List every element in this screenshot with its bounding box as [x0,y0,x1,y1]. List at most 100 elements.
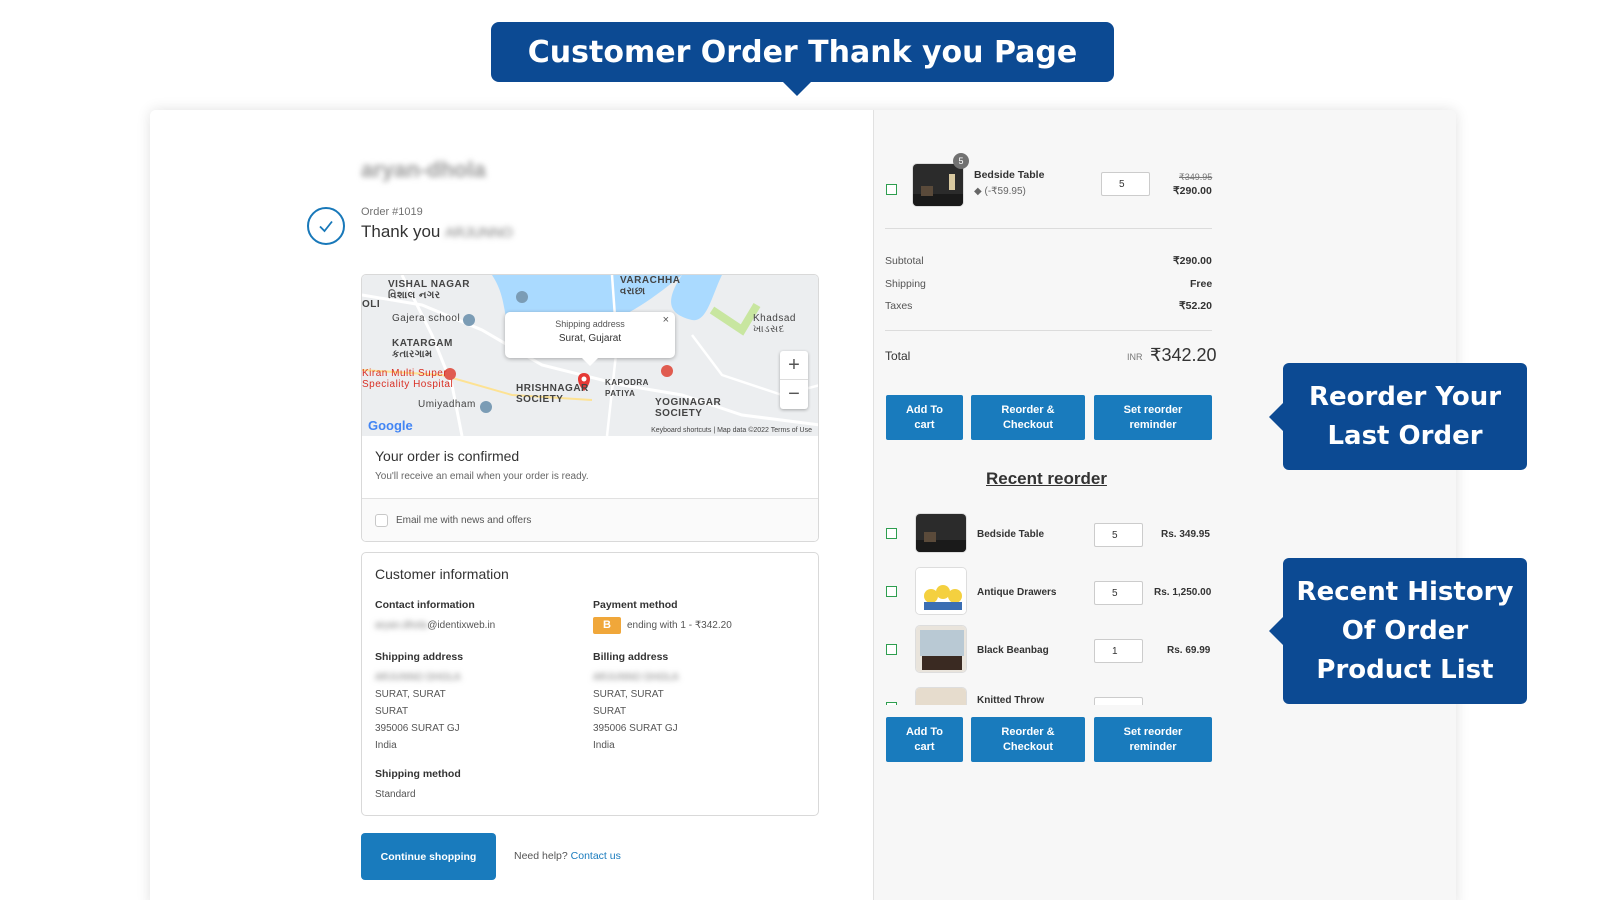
callout-line: Reorder Your [1308,381,1502,412]
shipping-line: SURAT [375,706,409,717]
item-price: Rs. 349.95 [1161,529,1210,540]
email-opt-in[interactable]: Email me with news and offers [362,499,818,541]
popup-title: Shipping address [555,319,625,329]
customer-info-title: Customer information [375,566,509,582]
contact-heading: Contact information [375,599,475,611]
map-text: YOGINAGAR [655,397,722,408]
button-line: Set reorder [1123,725,1183,738]
item-name: Knitted Throw [977,695,1045,705]
popup-close-icon[interactable]: × [663,314,669,326]
stage: Customer Order Thank you Page aryan-dhol… [0,0,1600,900]
item-select-checkbox[interactable] [886,644,897,655]
zoom-out-button[interactable]: − [780,380,808,409]
map-text: KAPODRA [605,378,649,387]
payment-card-icon: B [593,617,621,634]
button-line: Reorder & [1001,403,1055,416]
item-qty-input[interactable]: 5 [1094,523,1143,547]
map-label-yoginagar: YOGINAGAR SOCIETY [655,397,721,419]
button-line: cart [914,740,935,753]
zoom-in-button[interactable]: + [780,351,808,380]
add-to-cart-button[interactable]: Add To cart [886,717,963,762]
reorder-checkout-button[interactable]: Reorder & Checkout [971,395,1085,440]
subtotal-value: ₹290.00 [1173,255,1212,267]
item-name: Antique Drawers [977,587,1057,598]
item-qty-input[interactable] [1094,697,1143,705]
add-to-cart-button[interactable]: Add To cart [886,395,963,440]
set-reorder-reminder-button[interactable]: Set reorder reminder [1094,717,1212,762]
button-line: Checkout [1002,418,1054,431]
taxes-label: Taxes [885,300,913,312]
button-line: Set reorder [1123,403,1183,416]
cart-item-discount: ◆ (-₹59.95) [974,186,1026,197]
item-select-checkbox[interactable] [886,702,897,705]
map-label-kapodra: KAPODRA PATIYA [605,377,649,399]
contact-email-hidden: aryan.dhola [375,620,428,631]
map-label-vishal: VISHAL NAGAR વિશાલ નગર [388,279,470,301]
item-name: Bedside Table [977,529,1045,540]
map-text: ખાડસદ [753,324,785,335]
product-thumbnail [915,567,967,615]
cart-item-name: Bedside Table [974,169,1045,181]
product-thumbnail [912,163,964,207]
button-line: reminder [1129,418,1177,431]
continue-shopping-button[interactable]: Continue shopping [361,833,496,880]
list-item: Antique Drawers 5 Rs. 1,250.00 [880,563,1220,618]
item-select-checkbox[interactable] [886,586,897,597]
item-name: Black Beanbag [977,645,1049,656]
item-select-checkbox[interactable] [886,528,897,539]
recent-reorder-list: Bedside Table 5 Rs. 349.95 Antique Drawe… [880,505,1220,705]
shipping-address: Shipping address ARJUNNO DHOLA SURAT, SU… [375,649,463,754]
billing-line: 395006 SURAT GJ [593,723,678,734]
payment-method: Payment method Bending with 1 - ₹342.20 [593,597,732,634]
contact-email-domain: @identixweb.in [427,620,496,631]
map-label-umiyadham: Umiyadham [418,399,476,410]
product-thumbnail [915,513,967,553]
item-qty-input[interactable]: 1 [1094,639,1143,663]
callout-text: Recent History Of Order Product List [1297,573,1514,690]
shipping-method-value: Standard [375,789,416,800]
item-price: Rs. 1,250.00 [1154,587,1212,598]
button-label: Set reorder reminder [1124,725,1183,755]
email-opt-in-checkbox[interactable] [375,514,388,527]
taxes-value: ₹52.20 [1179,300,1212,312]
order-confirmed-section: Your order is confirmed You'll receive a… [362,436,818,499]
shipping-line: 395006 SURAT GJ [375,723,460,734]
button-line: Checkout [1002,740,1054,753]
shipping-label: Shipping [885,278,926,290]
button-label: Set reorder reminder [1124,403,1183,433]
page-banner: Customer Order Thank you Page [491,22,1114,96]
confirmed-subtitle: You'll receive an email when your order … [375,471,589,482]
email-opt-in-label: Email me with news and offers [396,515,532,526]
shipping-map[interactable]: VISHAL NAGAR વિશાલ નગર OLI Gajera school … [362,275,818,436]
button-label: Add To cart [906,403,943,433]
contact-email: aryan.dhola@identixweb.in [375,617,495,634]
map-footer[interactable]: Keyboard shortcuts | Map data ©2022 Term… [651,427,812,434]
subtotal-label: Subtotal [885,255,924,267]
tag-icon: ◆ [974,186,982,197]
contact-information: Contact information aryan.dhola@identixw… [375,597,495,634]
map-text: Speciality Hospital [362,379,454,390]
shipping-method-heading: Shipping method [375,768,461,780]
map-text: VARACHHA [620,275,681,286]
divider [885,228,1212,229]
item-select-checkbox[interactable] [886,184,897,195]
billing-line: SURAT [593,706,627,717]
payment-details: Bending with 1 - ₹342.20 [593,617,732,634]
product-thumbnail [915,687,967,705]
set-reorder-reminder-button[interactable]: Set reorder reminder [1094,395,1212,440]
check-circle-icon [307,207,345,245]
shipping-method: Shipping method Standard [375,766,461,803]
discount-value: (-₹59.95) [984,186,1026,197]
cart-item-price: ₹290.00 [1173,185,1212,197]
callout-text: Reorder Your Last Order [1309,378,1501,456]
contact-us-link[interactable]: Contact us [571,850,621,862]
map-text: PATIYA [605,389,636,398]
customer-name: ARJUNNO [445,224,513,240]
cart-item-qty-input[interactable]: 5 [1101,172,1150,196]
map-label-hrishnagar: HRISHNAGAR SOCIETY [516,383,589,405]
item-qty-input[interactable]: 5 [1094,581,1143,605]
billing-address: Billing address ARJUNNO DHOLA SURAT, SUR… [593,649,679,754]
reorder-checkout-button[interactable]: Reorder & Checkout [971,717,1085,762]
map-popup: Shipping address Surat, Gujarat × [505,312,675,366]
button-line: Add To [905,403,944,416]
